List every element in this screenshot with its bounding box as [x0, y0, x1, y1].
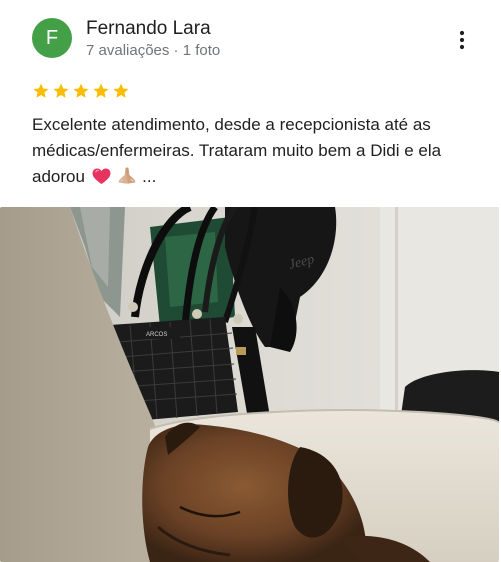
star-icon: [73, 83, 89, 98]
more-options-button[interactable]: [452, 28, 472, 52]
read-more-ellipsis[interactable]: ...: [142, 167, 156, 186]
author-name[interactable]: Fernando Lara: [86, 18, 211, 40]
bag-logo-text: ARCOS: [146, 332, 167, 338]
star-icon: [93, 83, 109, 98]
review-text: Excelente atendimento, desde a recepcion…: [32, 112, 482, 193]
review-photo[interactable]: Jeep ARCOS: [0, 207, 499, 562]
more-vert-icon: [459, 30, 465, 50]
star-icon: [33, 83, 49, 98]
avatar[interactable]: F: [32, 18, 72, 58]
star-icon: [53, 83, 69, 98]
avatar-initial: F: [45, 27, 59, 49]
folded-hands-emoji: [117, 166, 137, 193]
star-icon: [113, 83, 129, 98]
review-card: F Fernando Lara 7 avaliações · 1 foto Ex…: [0, 0, 501, 562]
review-photo-image: Jeep ARCOS: [0, 207, 499, 562]
red-heart-emoji: [92, 167, 111, 193]
author-meta[interactable]: 7 avaliações · 1 foto: [86, 42, 220, 60]
review-header: F Fernando Lara 7 avaliações · 1 foto: [32, 18, 472, 62]
star-rating: [32, 82, 130, 102]
